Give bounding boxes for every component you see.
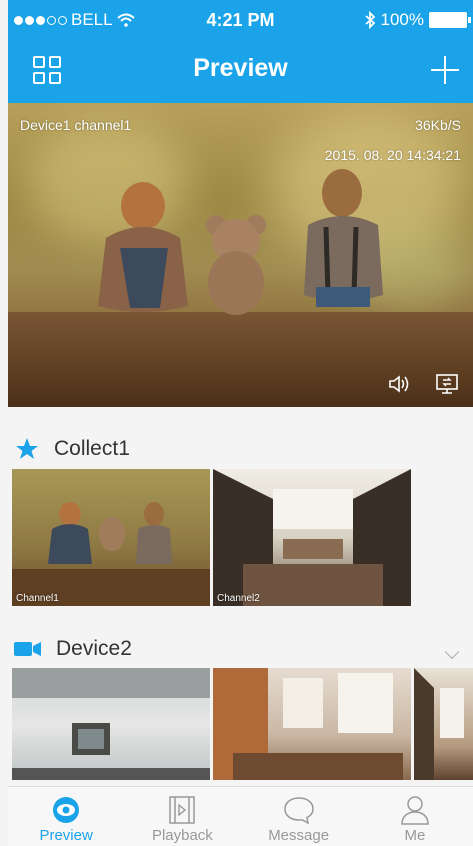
bitrate-label: 36Kb/S — [415, 117, 461, 133]
scene-children-thumb — [12, 502, 210, 606]
section-device2[interactable]: Device2 — [14, 636, 132, 662]
bluetooth-icon — [364, 11, 375, 29]
tab-bar: Preview Playback Message Me — [8, 786, 473, 846]
tab-label: Me — [404, 827, 426, 844]
scene-room-thumb — [12, 668, 210, 780]
battery-status: 100% — [364, 10, 471, 30]
scene-hall-thumb — [414, 668, 464, 780]
scene-cafe-thumb — [213, 469, 411, 606]
star-icon — [16, 438, 38, 459]
screen-switch-icon[interactable] — [435, 373, 459, 395]
timestamp-label: 2015. 08. 20 14:34:21 — [324, 147, 461, 163]
scene-child-left — [98, 182, 188, 312]
clock: 4:21 PM — [206, 10, 275, 30]
section-title: Device2 — [56, 637, 132, 660]
carrier-name: BELL — [71, 10, 113, 29]
thumbnail-channel1[interactable]: Channel1 — [12, 469, 210, 606]
scene-dining-thumb — [213, 668, 403, 780]
thumbnail-device2-2[interactable] — [213, 668, 411, 780]
header-bar: BELL 4:21 PM 100% Preview — [8, 0, 473, 103]
tab-label: Preview — [39, 827, 93, 844]
add-device-icon[interactable] — [431, 56, 459, 84]
status-bar: BELL 4:21 PM 100% — [8, 0, 473, 36]
chevron-down-icon[interactable] — [444, 644, 460, 660]
thumbnail-device2-3[interactable] — [414, 668, 473, 780]
tab-message[interactable]: Message — [241, 787, 357, 846]
chat-bubble-icon — [283, 797, 314, 825]
tab-me[interactable]: Me — [357, 787, 473, 846]
eye-icon — [53, 797, 80, 823]
scene-child-right — [304, 169, 383, 307]
thumbnail-device2-1[interactable] — [12, 668, 210, 780]
tab-label: Playback — [151, 827, 213, 844]
tab-label: Message — [268, 827, 330, 844]
thumbnail-channel2[interactable]: Channel2 — [213, 469, 411, 606]
battery-percent: 100% — [380, 10, 424, 29]
tab-playback[interactable]: Playback — [124, 787, 240, 846]
carrier-signal: BELL — [14, 10, 135, 30]
speaker-icon[interactable] — [387, 373, 411, 395]
signal-icon — [14, 15, 67, 25]
tab-preview[interactable]: Preview — [8, 787, 124, 846]
section-collect[interactable]: Collect1 — [14, 436, 130, 462]
wifi-icon — [116, 13, 135, 27]
video-camera-icon — [14, 642, 41, 656]
person-icon — [401, 796, 429, 825]
page-title: Preview — [193, 54, 288, 82]
thumbnail-caption: Channel1 — [16, 593, 59, 604]
channel-label: Device1 channel1 — [20, 117, 132, 133]
live-video-view[interactable]: Device1 channel1 36Kb/S 2015. 08. 20 14:… — [8, 103, 473, 407]
scene-teddy-bear — [206, 215, 266, 315]
section-title: Collect1 — [54, 437, 130, 460]
film-icon — [169, 796, 196, 824]
nav-row: Preview — [8, 36, 473, 103]
battery-icon — [429, 12, 471, 28]
grid-layout-icon[interactable] — [33, 56, 61, 84]
thumbnail-caption: Channel2 — [217, 593, 260, 604]
